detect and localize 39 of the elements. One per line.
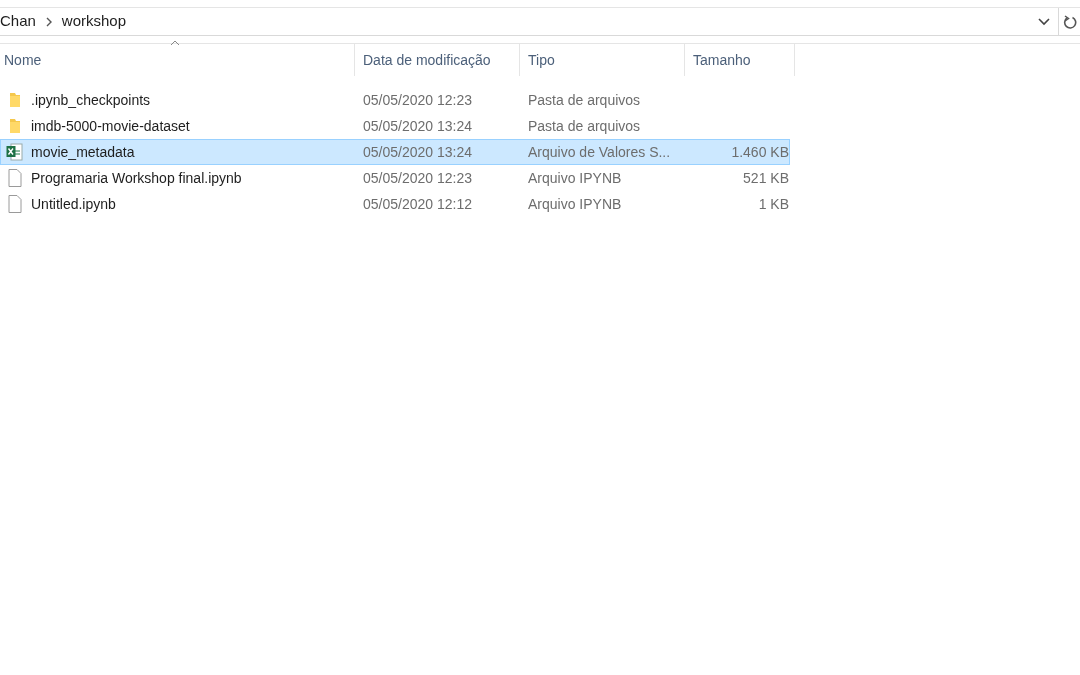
modified-date: 05/05/2020 12:23 [363,169,472,186]
column-header[interactable]: Nome [4,49,42,71]
breadcrumb[interactable]: workshop [61,10,127,33]
file-name: Untitled.ipynb [31,194,116,214]
file-row[interactable]: imdb-5000-movie-dataset 05/05/2020 13:24 Pasta de arquivos [0,113,790,139]
modified-date: 05/05/2020 13:24 [363,117,472,134]
file-type: Arquivo IPYNB [528,195,622,212]
column-header[interactable]: Data de modificação [363,49,491,71]
sort-up-icon [170,40,180,46]
file-row[interactable]: movie_metadata 05/05/2020 13:24 Arquivo de Valores S... 1.460 KB [0,139,790,165]
file-row[interactable]: Untitled.ipynb 05/05/2020 12:12 Arquivo IPYNB 1 KB [0,191,790,217]
file-icon [7,195,22,213]
refresh-icon[interactable] [1062,13,1077,30]
modified-date: 05/05/2020 12:12 [363,195,472,212]
breadcrumb[interactable]: Chan [0,10,36,33]
file-size: 1.460 KB [731,143,789,160]
file-name: Programaria Workshop final.ipynb [31,168,242,188]
file-row[interactable]: .ipynb_checkpoints 05/05/2020 12:23 Pasta de arquivos [0,87,790,113]
modified-date: 05/05/2020 13:24 [363,143,472,160]
file-name: imdb-5000-movie-dataset [31,116,190,136]
file-type: Arquivo de Valores S... [528,143,671,160]
modified-date: 05/05/2020 12:23 [363,91,472,108]
file-icon [7,169,22,187]
folder-icon [8,92,21,108]
address-bar[interactable]: Chan workshop [0,8,1058,36]
folder-icon [8,118,21,134]
file-size: 521 KB [743,169,789,186]
file-size: 1 KB [758,195,789,212]
file-row[interactable]: Programaria Workshop final.ipynb 05/05/2020 12:23 Arquivo IPYNB 521 KB [0,165,790,191]
chevron-right-icon [45,16,52,27]
chevron-down-icon[interactable] [1038,17,1050,26]
spreadsheet-icon [6,143,23,161]
file-type: Arquivo IPYNB [528,169,622,186]
column-header[interactable]: Tamanho [693,49,751,71]
file-name: movie_metadata [31,142,135,162]
file-type: Pasta de arquivos [528,117,641,134]
column-header[interactable]: Tipo [528,49,555,71]
file-name: .ipynb_checkpoints [31,90,151,110]
file-type: Pasta de arquivos [528,91,641,108]
